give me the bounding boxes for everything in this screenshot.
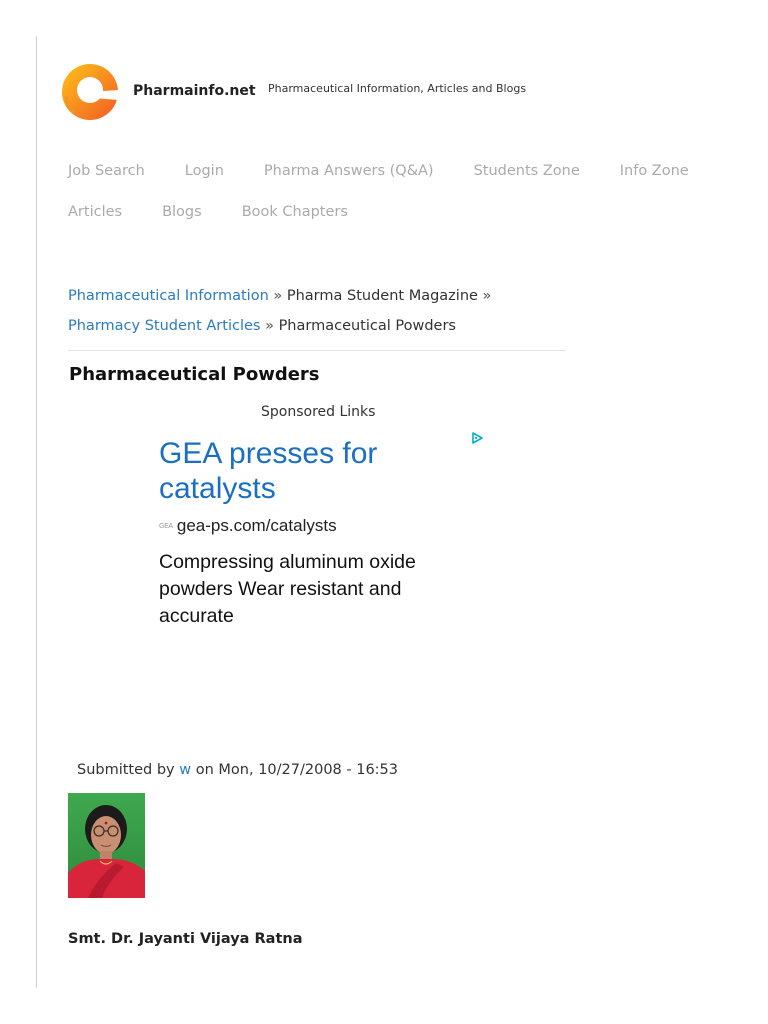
nav-pharma-answers[interactable]: Pharma Answers (Q&A) [264,163,434,179]
breadcrumb-separator: » [265,318,274,334]
breadcrumb: Pharmaceutical Information » Pharma Stud… [68,281,568,341]
nav-students-zone[interactable]: Students Zone [474,163,580,179]
ad-favicon-icon: GEA [159,522,173,530]
breadcrumb-separator: » [273,288,283,304]
submitted-prefix: Submitted by [77,762,175,778]
nav-login[interactable]: Login [185,163,224,179]
breadcrumb-separator: » [482,288,492,304]
submitted-info: Submitted by w on Mon, 10/27/2008 - 16:5… [77,762,398,778]
breadcrumb-pharma-student-magazine: Pharma Student Magazine [286,288,478,304]
ad-headline[interactable]: GEA presses for catalysts [159,436,459,506]
submitted-user-link[interactable]: w [179,762,191,778]
site-header [60,60,124,124]
breadcrumb-pharmacy-student-articles[interactable]: Pharmacy Student Articles [68,318,260,334]
title-divider [68,350,566,351]
ad-description: Compressing aluminum oxide powders Wear … [159,551,416,627]
nav-info-zone[interactable]: Info Zone [620,163,689,179]
author-name: Smt. Dr. Jayanti Vijaya Ratna [68,931,303,947]
submitted-date: Mon, 10/27/2008 - 16:53 [218,762,399,778]
nav-job-search[interactable]: Job Search [68,163,145,179]
site-name[interactable]: Pharmainfo.net [133,83,256,99]
nav-row-1: Job Search Login Pharma Answers (Q&A) St… [68,150,708,191]
site-tagline: Pharmaceutical Information, Articles and… [268,82,527,95]
nav-row-2: Articles Blogs Book Chapters [68,191,708,232]
submitted-on: on [195,762,214,778]
ad-url-row[interactable]: GEA gea-ps.com/catalysts [159,516,489,536]
breadcrumb-current-page: Pharmaceutical Powders [278,318,456,334]
ad-url[interactable]: gea-ps.com/catalysts [177,516,337,536]
page: Pharmainfo.net Pharmaceutical Informatio… [0,0,768,1024]
author-photo [68,793,145,898]
nav-book-chapters[interactable]: Book Chapters [242,204,348,220]
main-nav: Job Search Login Pharma Answers (Q&A) St… [68,150,708,232]
site-logo-icon[interactable] [60,60,124,124]
left-border [36,36,37,988]
page-title: Pharmaceutical Powders [69,364,320,385]
nav-articles[interactable]: Articles [68,204,122,220]
nav-blogs[interactable]: Blogs [162,204,202,220]
sponsored-ad[interactable]: GEA presses for catalysts GEA gea-ps.com… [159,436,489,630]
sponsored-links-label: Sponsored Links [261,404,376,420]
breadcrumb-pharmaceutical-information[interactable]: Pharmaceutical Information [68,288,269,304]
